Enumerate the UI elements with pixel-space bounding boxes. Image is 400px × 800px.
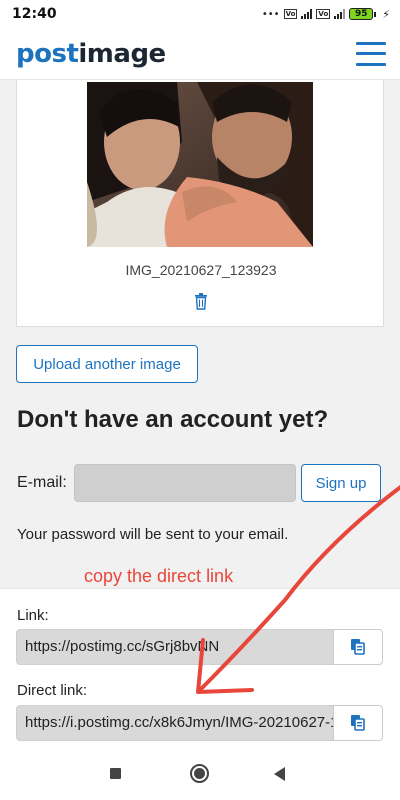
password-note: Your password will be sent to your email…	[17, 526, 289, 543]
charging-icon: ⚡	[382, 7, 390, 21]
copy-direct-link-button[interactable]	[333, 705, 383, 741]
email-input[interactable]	[74, 464, 296, 502]
postimage-logo[interactable]: postimage	[16, 39, 166, 69]
link-field[interactable]: https://postimg.cc/sGrj8bvNN	[16, 629, 334, 665]
signal-icon	[301, 9, 313, 19]
account-heading: Don't have an account yet?	[17, 406, 329, 433]
copy-icon	[351, 639, 365, 655]
android-nav-bar	[0, 746, 400, 800]
status-time: 12:40	[12, 6, 57, 22]
uploaded-image-thumbnail[interactable]	[87, 82, 313, 247]
back-icon[interactable]	[274, 767, 285, 781]
links-panel: Link: https://postimg.cc/sGrj8bvNN Direc…	[0, 588, 400, 746]
email-label: E-mail:	[17, 474, 67, 491]
annotation-text: copy the direct link	[84, 566, 234, 586]
logo-image: image	[78, 38, 166, 69]
home-icon[interactable]	[190, 764, 209, 783]
image-filename: IMG_20210627_123923	[125, 262, 277, 278]
copy-icon	[351, 715, 365, 731]
battery-level: 95	[349, 8, 374, 20]
site-header: postimage	[0, 28, 400, 80]
battery-icon: 95	[349, 8, 377, 20]
menu-icon[interactable]	[356, 41, 386, 66]
direct-link-field[interactable]: https://i.postimg.cc/x8k6Jmyn/IMG-202106…	[16, 705, 334, 741]
recents-icon[interactable]	[110, 768, 121, 779]
copy-link-button[interactable]	[333, 629, 383, 665]
upload-another-image-button[interactable]: Upload another image	[16, 345, 198, 383]
volte-icon: Vo	[283, 9, 298, 19]
volte-icon-2: Vo	[316, 9, 331, 19]
trash-icon[interactable]	[193, 292, 209, 310]
sign-up-button[interactable]: Sign up	[301, 464, 381, 502]
status-bar: 12:40 ••• Vo Vo 95 ⚡	[0, 0, 400, 28]
logo-post: post	[16, 38, 79, 69]
direct-link-label: Direct link:	[17, 682, 88, 699]
more-dots-icon: •••	[261, 8, 280, 20]
link-label: Link:	[17, 607, 49, 624]
signal-icon-2	[334, 9, 346, 19]
status-icons: ••• Vo Vo 95 ⚡	[262, 8, 390, 21]
uploaded-image-card: IMG_20210627_123923	[16, 80, 384, 327]
